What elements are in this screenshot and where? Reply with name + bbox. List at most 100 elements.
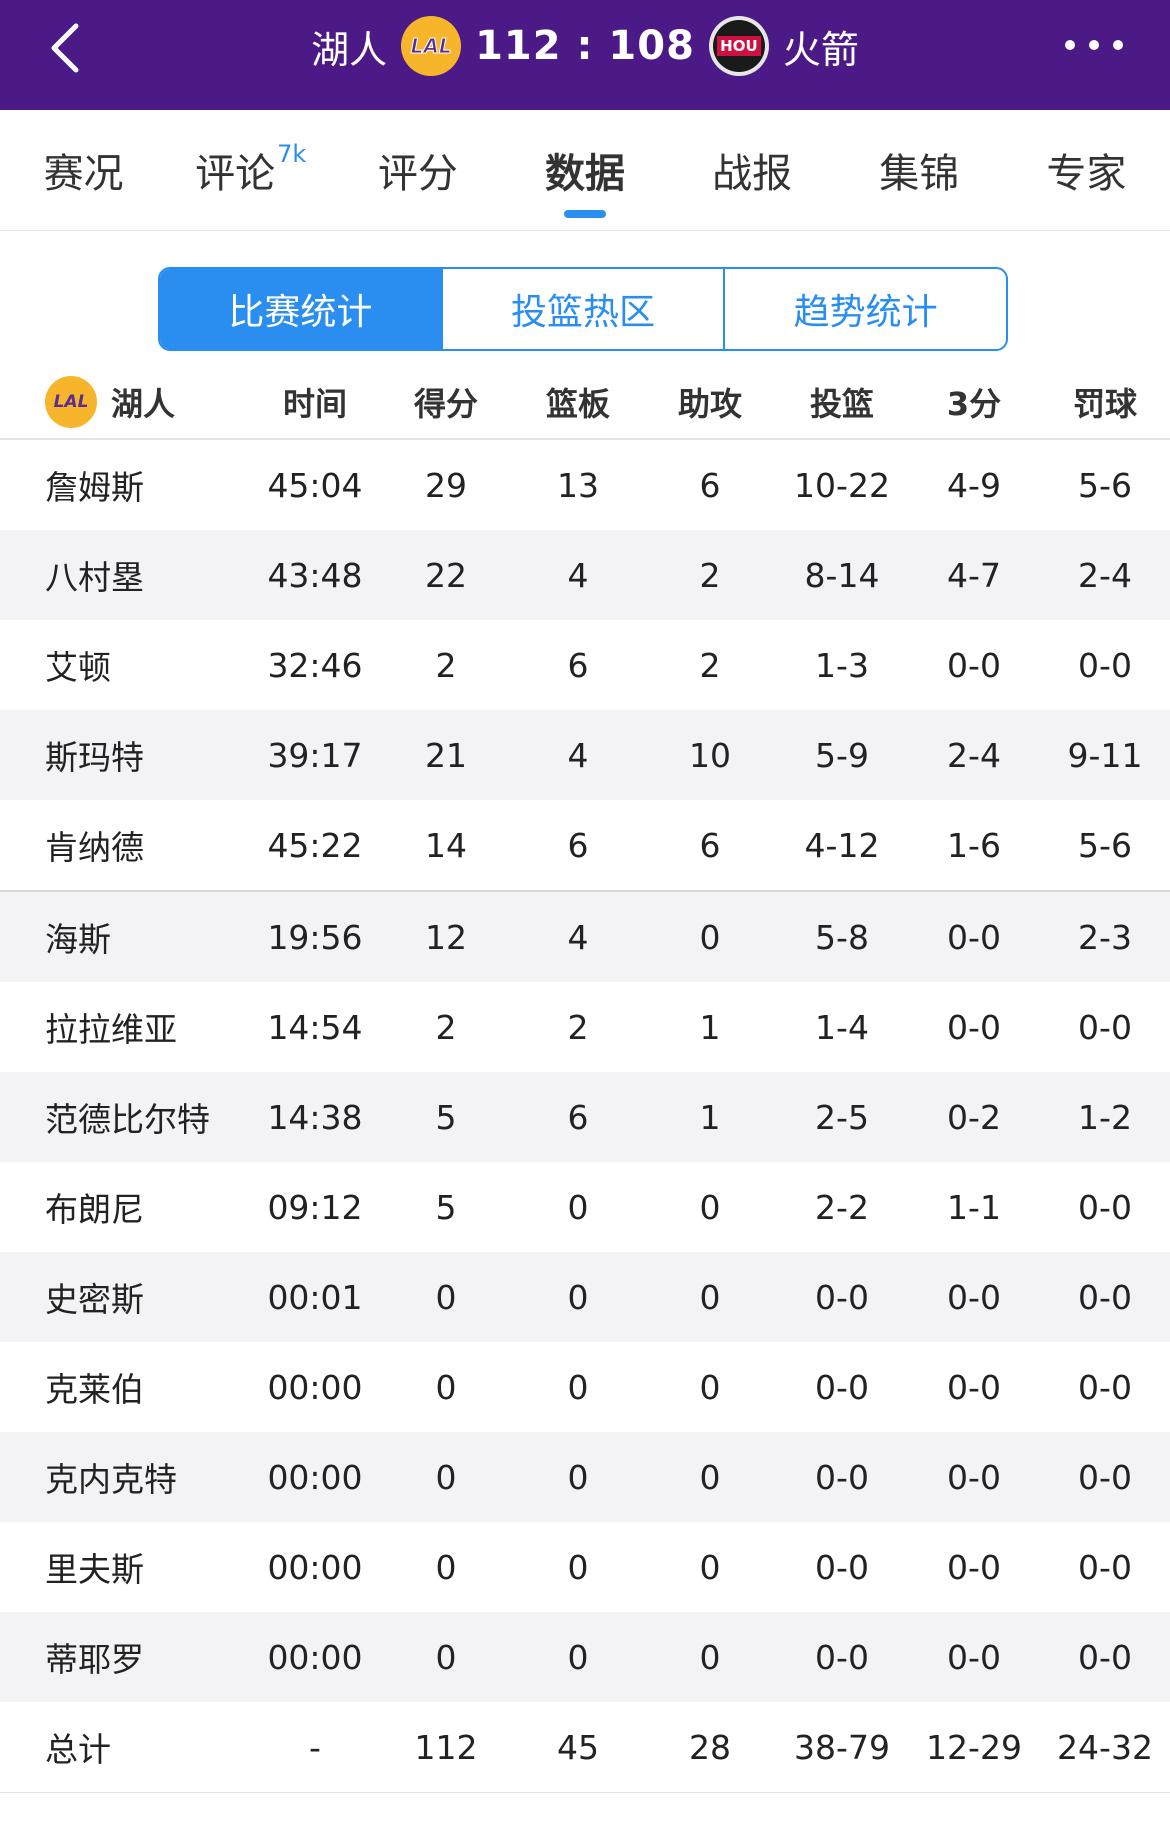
table-cell: 4-7 bbox=[947, 555, 1001, 595]
player-row[interactable]: 艾顿 32:46 2 6 2 1-3 0-0 0-0 bbox=[0, 620, 1170, 710]
table-cell: 00:00 bbox=[267, 1547, 363, 1587]
table-cell: 45 bbox=[557, 1727, 599, 1767]
table-cell: 12 bbox=[425, 917, 467, 957]
table-cell: 10-22 bbox=[794, 465, 890, 505]
table-cell: 0 bbox=[567, 1277, 589, 1317]
table-cell: 2 bbox=[435, 1007, 457, 1047]
tab-stats[interactable]: 数据 bbox=[501, 110, 668, 230]
player-row[interactable]: 拉拉维亚 14:54 2 2 1 1-4 0-0 0-0 bbox=[0, 982, 1170, 1072]
table-cell: 2-3 bbox=[1078, 917, 1132, 957]
active-tab-indicator bbox=[563, 210, 606, 218]
table-cell: 1-1 bbox=[947, 1187, 1001, 1227]
player-name: 海斯 bbox=[45, 920, 111, 959]
player-name: 史密斯 bbox=[45, 1280, 144, 1319]
table-cell: 0 bbox=[435, 1457, 457, 1497]
player-name: 里夫斯 bbox=[45, 1550, 144, 1589]
table-cell: 2-4 bbox=[1078, 555, 1132, 595]
player-name: 克莱伯 bbox=[45, 1370, 144, 1409]
away-team-name: 火箭 bbox=[782, 27, 859, 72]
column-header[interactable]: 罚球 bbox=[1040, 379, 1170, 425]
tab-report[interactable]: 战报 bbox=[669, 110, 836, 230]
table-cell: 09:12 bbox=[267, 1187, 363, 1227]
tab-comments[interactable]: 评论 7k bbox=[167, 110, 334, 230]
player-row[interactable]: 克莱伯 00:00 0 0 0 0-0 0-0 0-0 bbox=[0, 1342, 1170, 1432]
table-cell: 0-0 bbox=[1078, 1457, 1132, 1497]
player-row[interactable]: 詹姆斯 45:04 29 13 6 10-22 4-9 5-6 bbox=[0, 440, 1170, 530]
table-cell: 8-14 bbox=[804, 555, 880, 595]
table-cell: 43:48 bbox=[267, 555, 363, 595]
column-header[interactable]: 时间 bbox=[250, 379, 380, 425]
table-cell: 0-0 bbox=[947, 1007, 1001, 1047]
tab-ratings[interactable]: 评分 bbox=[334, 110, 501, 230]
table-cell: 10 bbox=[689, 735, 731, 775]
table-cell: 0 bbox=[567, 1367, 589, 1407]
player-name: 蒂耶罗 bbox=[45, 1640, 144, 1679]
tab-experts[interactable]: 专家 bbox=[1003, 110, 1170, 230]
table-cell: 5-9 bbox=[815, 735, 869, 775]
table-cell: 00:00 bbox=[267, 1637, 363, 1677]
table-cell: 112 bbox=[414, 1727, 478, 1767]
tab-highlights[interactable]: 集锦 bbox=[836, 110, 1003, 230]
segment-game-stats[interactable]: 比赛统计 bbox=[160, 269, 443, 349]
column-header[interactable]: 篮板 bbox=[512, 379, 644, 425]
stats-segmented-control: 比赛统计 投篮热区 趋势统计 bbox=[158, 267, 1008, 351]
player-name: 克内克特 bbox=[45, 1460, 177, 1499]
segment-shot-zones[interactable]: 投篮热区 bbox=[443, 269, 726, 349]
column-header[interactable]: 助攻 bbox=[644, 379, 776, 425]
table-cell: 14:38 bbox=[267, 1097, 363, 1137]
column-header[interactable]: 得分 bbox=[380, 379, 512, 425]
player-row[interactable]: 斯玛特 39:17 21 4 10 5-9 2-4 9-11 bbox=[0, 710, 1170, 800]
table-cell: 2-5 bbox=[815, 1097, 869, 1137]
player-name: 拉拉维亚 bbox=[45, 1010, 177, 1049]
table-cell: 0-0 bbox=[1078, 1007, 1132, 1047]
table-cell: 0 bbox=[435, 1637, 457, 1677]
table-cell: 6 bbox=[567, 645, 589, 685]
table-cell: 4-12 bbox=[804, 825, 880, 865]
table-cell: 0-0 bbox=[947, 1547, 1001, 1587]
table-cell: 9-11 bbox=[1067, 735, 1143, 775]
table-cell: 5-6 bbox=[1078, 465, 1132, 505]
player-row[interactable]: 里夫斯 00:00 0 0 0 0-0 0-0 0-0 bbox=[0, 1522, 1170, 1612]
player-row[interactable]: 布朗尼 09:12 5 0 0 2-2 1-1 0-0 bbox=[0, 1162, 1170, 1252]
segment-trend-stats[interactable]: 趋势统计 bbox=[725, 269, 1006, 349]
table-cell: 0 bbox=[699, 1367, 721, 1407]
table-cell: - bbox=[309, 1727, 321, 1767]
more-horizontal-icon[interactable] bbox=[1050, 18, 1140, 78]
player-row[interactable]: 蒂耶罗 00:00 0 0 0 0-0 0-0 0-0 bbox=[0, 1612, 1170, 1702]
player-row[interactable]: 范德比尔特 14:38 5 6 1 2-5 0-2 1-2 bbox=[0, 1072, 1170, 1162]
player-row[interactable]: 肯纳德 45:22 14 6 6 4-12 1-6 5-6 bbox=[0, 800, 1170, 890]
table-cell: 6 bbox=[699, 465, 721, 505]
column-header[interactable]: 3分 bbox=[908, 379, 1040, 425]
table-cell: 0-0 bbox=[947, 1637, 1001, 1677]
column-header[interactable]: 投篮 bbox=[776, 379, 908, 425]
table-cell: 0 bbox=[435, 1547, 457, 1587]
game-score: 112 : 108 bbox=[475, 23, 695, 69]
table-cell: 0-0 bbox=[815, 1637, 869, 1677]
table-cell: 0-0 bbox=[947, 1457, 1001, 1497]
table-cell: 1-2 bbox=[1078, 1097, 1132, 1137]
table-cell: 0 bbox=[435, 1277, 457, 1317]
table-cell: 4 bbox=[567, 917, 589, 957]
table-cell: 0 bbox=[435, 1367, 457, 1407]
table-cell: 0-2 bbox=[947, 1097, 1001, 1137]
tab-live[interactable]: 赛况 bbox=[0, 110, 167, 230]
table-cell: 12-29 bbox=[926, 1727, 1022, 1767]
table-cell: 24-32 bbox=[1057, 1727, 1153, 1767]
rockets-logo-icon: HOU bbox=[708, 16, 769, 76]
table-cell: 28 bbox=[689, 1727, 731, 1767]
table-cell: 1-3 bbox=[815, 645, 869, 685]
scoreboard: 湖人 LAL 112 : 108 HOU 火箭 bbox=[0, 0, 1170, 92]
player-row[interactable]: 海斯 19:56 12 4 0 5-8 0-0 2-3 bbox=[0, 890, 1170, 982]
box-score-table: LAL 湖人 时间 得分 篮板 助攻 投篮 3分 罚球 詹姆斯 45:04 29 13… bbox=[0, 366, 1170, 1793]
player-row[interactable]: 八村塁 43:48 22 4 2 8-14 4-7 2-4 bbox=[0, 530, 1170, 620]
table-cell: 0-0 bbox=[947, 645, 1001, 685]
player-row[interactable]: 克内克特 00:00 0 0 0 0-0 0-0 0-0 bbox=[0, 1432, 1170, 1522]
table-cell: 5 bbox=[435, 1097, 457, 1137]
table-cell: 5-8 bbox=[815, 917, 869, 957]
table-cell: 0-0 bbox=[1078, 1277, 1132, 1317]
player-row[interactable]: 史密斯 00:01 0 0 0 0-0 0-0 0-0 bbox=[0, 1252, 1170, 1342]
table-cell: 1-4 bbox=[815, 1007, 869, 1047]
table-cell: 6 bbox=[699, 825, 721, 865]
table-cell: 0-0 bbox=[815, 1457, 869, 1497]
table-cell: 0 bbox=[699, 1457, 721, 1497]
